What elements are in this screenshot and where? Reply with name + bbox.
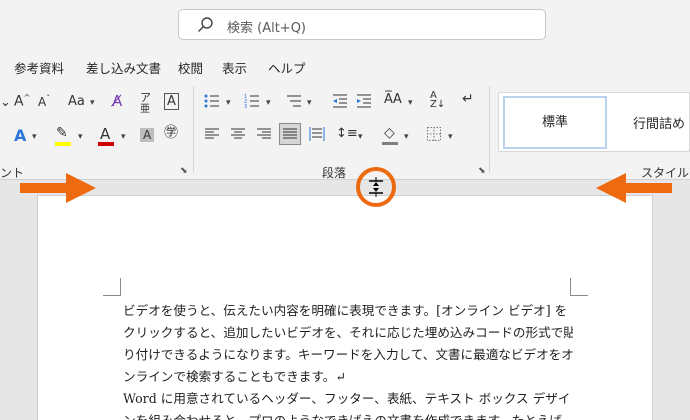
tab-references[interactable]: 参考資料 (14, 58, 64, 77)
search-icon (198, 17, 213, 32)
sort-icon[interactable]: A Z↓ (430, 91, 445, 110)
margin-crop-mark-right (570, 278, 588, 296)
text-effects-icon[interactable]: A (14, 128, 26, 144)
shrink-font-icon[interactable]: Aˇ (38, 95, 50, 109)
character-border-icon[interactable]: A (164, 93, 179, 110)
group-separator (489, 86, 490, 172)
search-placeholder: 検索 (Alt+Q) (227, 21, 307, 36)
character-shading-icon[interactable]: A (140, 128, 155, 142)
shading-color-swatch (382, 142, 398, 145)
style-normal[interactable]: 標準 (503, 96, 607, 149)
shading-icon[interactable]: ◇ (384, 126, 395, 140)
paragraph-group-label: 段落 (322, 166, 347, 180)
character-spacing-dropdown-icon[interactable]: ▾ (408, 98, 413, 108)
tab-mailings[interactable]: 差し込み文書 (86, 58, 161, 77)
justify-button[interactable] (279, 123, 301, 145)
document-page[interactable]: ビデオを使うと、伝えたい内容を明確に表現できます。[オンライン ビデオ] を ク… (37, 195, 653, 420)
paragraph-line: クリックすると、追加したいビデオを、それに応じた埋め込みコードの形式で貼 (123, 325, 573, 340)
borders-dropdown-icon[interactable]: ▾ (448, 132, 453, 142)
search-box[interactable]: 検索 (Alt+Q) (178, 9, 546, 40)
right-arrow-annotation (20, 173, 96, 203)
change-case-icon[interactable]: Aa (68, 95, 85, 108)
paragraph-line: ンラインで検索することもできます。↵ (123, 369, 346, 384)
margin-crop-mark-left (103, 278, 121, 296)
styles-gallery: 標準 行間詰め (498, 92, 690, 152)
change-case-dropdown-icon[interactable]: ▾ (90, 98, 95, 108)
align-left-icon[interactable] (205, 128, 219, 140)
multilevel-dropdown-icon[interactable]: ▾ (307, 98, 312, 108)
paragraph-dialog-launcher-icon[interactable]: ⬊ (478, 166, 486, 176)
borders-icon[interactable] (427, 127, 441, 141)
multilevel-list-icon[interactable] (286, 94, 302, 108)
clear-formatting-icon[interactable]: A̸ (112, 94, 122, 109)
show-marks-icon[interactable]: ↵ (462, 92, 474, 106)
paragraph-line: ビデオを使うと、伝えたい内容を明確に表現できます。[オンライン ビデオ] を (123, 303, 568, 318)
line-spacing-dropdown-icon[interactable]: ▾ (358, 132, 363, 142)
hide-white-space-cursor-icon[interactable] (366, 177, 386, 197)
align-right-icon[interactable] (257, 128, 271, 140)
font-color-swatch (98, 142, 114, 146)
phonetic-guide-icon[interactable]: ア亜 (140, 92, 151, 115)
title-bar: 検索 (Alt+Q) (0, 0, 690, 49)
font-color-dropdown-icon[interactable]: ▾ (121, 132, 126, 142)
style-no-spacing[interactable]: 行間詰め (633, 113, 685, 132)
font-color-icon[interactable]: A (100, 127, 110, 142)
ribbon-cut-off-control[interactable]: ⌄ (0, 96, 11, 109)
align-center-icon[interactable] (231, 128, 245, 140)
left-arrow-annotation (596, 173, 672, 203)
tab-view[interactable]: 表示 (222, 58, 247, 77)
ribbon: ⌄ A^ Aˇ Aa ▾ A̸ ア亜 A A ▾ ✎ ▾ A ▾ A ㊫ ント … (0, 82, 690, 180)
increase-indent-icon[interactable] (356, 94, 372, 108)
menu-bar: 参考資料 差し込み文書 校閲 表示 ヘルプ (0, 49, 690, 82)
distributed-icon[interactable] (309, 127, 325, 141)
document-area: ビデオを使うと、伝えたい内容を明確に表現できます。[オンライン ビデオ] を ク… (0, 181, 690, 420)
text-effects-dropdown-icon[interactable]: ▾ (32, 132, 37, 142)
shading-dropdown-icon[interactable]: ▾ (404, 132, 409, 142)
paragraph-line: り付けできるようになります。キーワードを入力して、文書に最適なビデオをオ (123, 347, 573, 362)
highlight-dropdown-icon[interactable]: ▾ (78, 132, 83, 142)
font-dialog-launcher-icon[interactable]: ⬊ (180, 166, 188, 176)
highlight-icon[interactable]: ✎ (56, 126, 68, 140)
numbering-dropdown-icon[interactable]: ▾ (266, 98, 271, 108)
enclose-characters-icon[interactable]: ㊫ (164, 126, 178, 140)
tab-help[interactable]: ヘルプ (268, 58, 306, 77)
group-separator (193, 86, 194, 172)
highlight-color-swatch (55, 142, 71, 146)
justify-icon (283, 128, 297, 139)
paragraph-line: ンを組み合わせると、プロのようなできばえの文書を作成できます。たとえば、 (123, 410, 573, 420)
character-spacing-icon[interactable]: A̅A (384, 93, 402, 106)
numbering-icon[interactable]: 1 2 3 (244, 94, 260, 108)
svg-text:3: 3 (244, 104, 247, 108)
bullets-dropdown-icon[interactable]: ▾ (226, 98, 231, 108)
grow-font-icon[interactable]: A^ (14, 94, 30, 109)
paragraph-line: Word に用意されているヘッダー、フッター、表紙、テキスト ボックス デザイ (123, 391, 571, 406)
line-spacing-icon[interactable]: ↕≡ (336, 127, 358, 140)
tab-review[interactable]: 校閲 (178, 58, 203, 77)
bullets-icon[interactable] (204, 94, 220, 108)
decrease-indent-icon[interactable] (332, 94, 348, 108)
